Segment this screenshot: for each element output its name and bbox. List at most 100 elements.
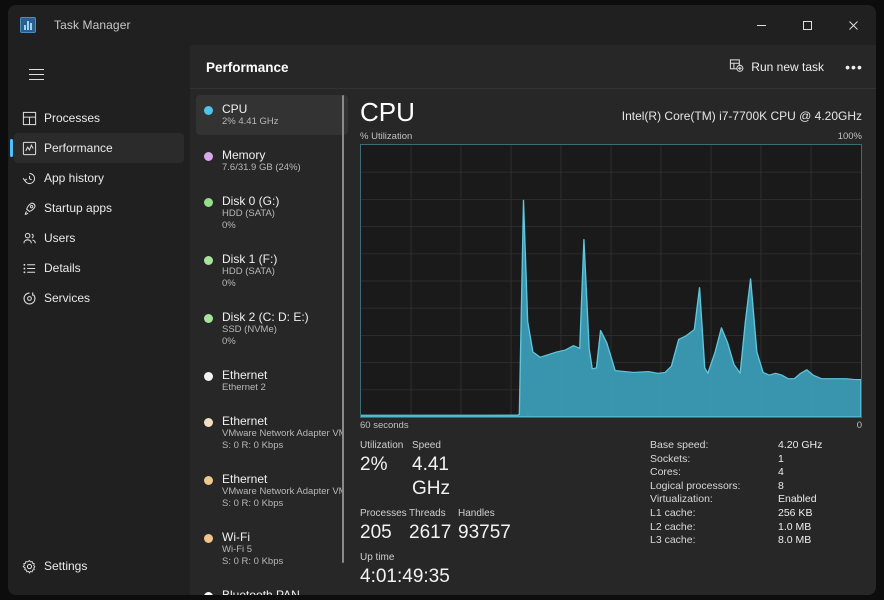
resource-sub2: 0% xyxy=(222,336,236,347)
resource-name: Bluetooth PAN xyxy=(222,588,300,595)
stat-uptime: Up time 4:01:49:35 xyxy=(360,551,450,589)
status-dot xyxy=(204,592,213,595)
resource-item-bluetooth-pan[interactable]: Bluetooth PAN Bluetooth Network Connecti… xyxy=(196,581,348,595)
run-new-task-icon xyxy=(729,58,744,76)
maximize-button[interactable] xyxy=(784,5,830,45)
resource-item-memory[interactable]: Memory 7.6/31.9 GB (24%) xyxy=(196,141,348,181)
stat-handles: Handles 93757 xyxy=(458,507,511,545)
cpu-model-label: Intel(R) Core(TM) i7-7700K CPU @ 4.20GHz xyxy=(621,109,862,123)
resource-text: Ethernet VMware Network Adapter VM S: 0 … xyxy=(222,414,342,452)
task-manager-app-icon xyxy=(20,17,36,33)
resource-item-disk-1[interactable]: Disk 1 (F:) HDD (SATA) 0% xyxy=(196,245,348,297)
resource-item-disk-0[interactable]: Disk 0 (G:) HDD (SATA) 0% xyxy=(196,187,348,239)
stat-label: Processes xyxy=(360,508,407,519)
settings-wrap: Settings xyxy=(8,551,190,595)
sidebar-item-startup-apps[interactable]: Startup apps xyxy=(14,193,184,223)
sidebar-item-processes[interactable]: Processes xyxy=(14,103,184,133)
sidebar-item-label: Services xyxy=(44,291,91,305)
hamburger-icon[interactable] xyxy=(14,57,58,91)
stat-value: 2617 xyxy=(409,522,452,543)
status-dot xyxy=(204,152,213,161)
resource-name: Ethernet xyxy=(222,414,268,428)
sidebar-item-label: Details xyxy=(44,261,81,275)
processes-icon xyxy=(14,111,44,126)
sidebar-item-users[interactable]: Users xyxy=(14,223,184,253)
resource-name: Disk 1 (F:) xyxy=(222,252,278,266)
status-dot xyxy=(204,418,213,427)
sidebar-item-label: Processes xyxy=(44,111,101,125)
info-row: L1 cache: 256 KB xyxy=(650,507,862,521)
resource-item-cpu[interactable]: CPU 2% 4.41 GHz xyxy=(196,95,348,135)
resource-sub1: SSD (NVMe) xyxy=(222,324,277,335)
info-row: Cores: 4 xyxy=(650,466,862,480)
details-list-icon xyxy=(14,261,44,276)
sidebar-item-label: App history xyxy=(44,171,105,185)
run-new-task-button[interactable]: Run new task xyxy=(719,52,834,82)
resource-name: Disk 0 (G:) xyxy=(222,194,280,208)
stat-label: Utilization xyxy=(360,440,404,451)
users-icon xyxy=(14,231,44,246)
window-title: Task Manager xyxy=(54,18,131,32)
info-label: Virtualization: xyxy=(650,493,713,506)
title-bar: Task Manager xyxy=(8,5,876,45)
resource-item-ethernet-1[interactable]: Ethernet Ethernet 2 xyxy=(196,361,348,401)
stat-value: 93757 xyxy=(458,522,511,543)
sidebar-item-services[interactable]: Services xyxy=(14,283,184,313)
more-options-button[interactable]: ••• xyxy=(838,52,870,82)
x-axis-min-label: 0 xyxy=(856,420,862,431)
services-gear-icon xyxy=(14,291,44,306)
sidebar-item-settings[interactable]: Settings xyxy=(14,551,184,581)
resource-sub2: S: 0 R: 0 Kbps xyxy=(222,556,284,567)
sidebar-item-app-history[interactable]: App history xyxy=(14,163,184,193)
resource-sub1: HDD (SATA) xyxy=(222,208,275,219)
command-bar: Performance Run new task ••• xyxy=(190,45,876,89)
cpu-info-table: Base speed: 4.20 GHz Sockets: 1 Cores: 4 xyxy=(650,439,862,595)
info-label: L3 cache: xyxy=(650,534,696,547)
stat-value: 205 xyxy=(360,522,392,543)
status-dot xyxy=(204,106,213,115)
resource-list: CPU 2% 4.41 GHz Memory 7.6/31.9 GB (24%) xyxy=(190,89,348,595)
resource-sub1: HDD (SATA) xyxy=(222,266,275,277)
graph-top-axis: % Utilization 100% xyxy=(360,131,862,142)
resource-item-ethernet-3[interactable]: Ethernet VMware Network Adapter VM S: 0 … xyxy=(196,465,348,517)
stat-group-1: Utilization 2% Speed 4.41 GHz xyxy=(360,439,510,501)
resource-text: Bluetooth PAN Bluetooth Network Connecti… xyxy=(222,588,342,595)
minimize-button[interactable] xyxy=(738,5,784,45)
info-value: 8 xyxy=(778,479,784,492)
resource-item-wifi[interactable]: Wi-Fi Wi-Fi 5 S: 0 R: 0 Kbps xyxy=(196,523,348,575)
detail-header: CPU Intel(R) Core(TM) i7-7700K CPU @ 4.2… xyxy=(360,97,862,127)
page-title: Performance xyxy=(206,59,289,75)
resource-sub1: VMware Network Adapter VM xyxy=(222,486,342,497)
cpu-graph-svg xyxy=(361,145,861,417)
info-row: Logical processors: 8 xyxy=(650,480,862,494)
info-value: 256 KB xyxy=(778,506,813,519)
history-icon xyxy=(14,171,44,186)
info-row: Virtualization: Enabled xyxy=(650,493,862,507)
info-value: 4 xyxy=(778,466,784,479)
resource-sub1: VMware Network Adapter VM xyxy=(222,428,342,439)
resource-list-scrollbar[interactable] xyxy=(342,95,344,563)
cpu-detail-pane: CPU Intel(R) Core(TM) i7-7700K CPU @ 4.2… xyxy=(348,89,876,595)
info-label: Sockets: xyxy=(650,452,691,465)
rocket-icon xyxy=(14,201,44,216)
resource-item-ethernet-2[interactable]: Ethernet VMware Network Adapter VM S: 0 … xyxy=(196,407,348,459)
status-dot xyxy=(204,372,213,381)
resource-sub2: S: 0 R: 0 Kbps xyxy=(222,498,284,509)
resource-item-disk-2[interactable]: Disk 2 (C: D: E:) SSD (NVMe) 0% xyxy=(196,303,348,355)
stat-label: Up time xyxy=(360,552,395,563)
status-dot xyxy=(204,476,213,485)
resource-name: Ethernet xyxy=(222,472,268,486)
resource-name: Ethernet xyxy=(222,368,268,382)
stat-value: 4.41 GHz xyxy=(412,454,450,499)
sidebar-item-performance[interactable]: Performance xyxy=(10,133,184,163)
sidebar-item-details[interactable]: Details xyxy=(14,253,184,283)
window-controls xyxy=(738,5,876,45)
y-axis-label: % Utilization xyxy=(360,131,413,142)
resource-sub2: S: 0 R: 0 Kbps xyxy=(222,440,284,451)
resource-text: Wi-Fi Wi-Fi 5 S: 0 R: 0 Kbps xyxy=(222,530,283,568)
close-button[interactable] xyxy=(830,5,876,45)
info-label: Base speed: xyxy=(650,439,709,451)
resource-name: Memory xyxy=(222,148,266,162)
info-value: Enabled xyxy=(778,493,817,506)
